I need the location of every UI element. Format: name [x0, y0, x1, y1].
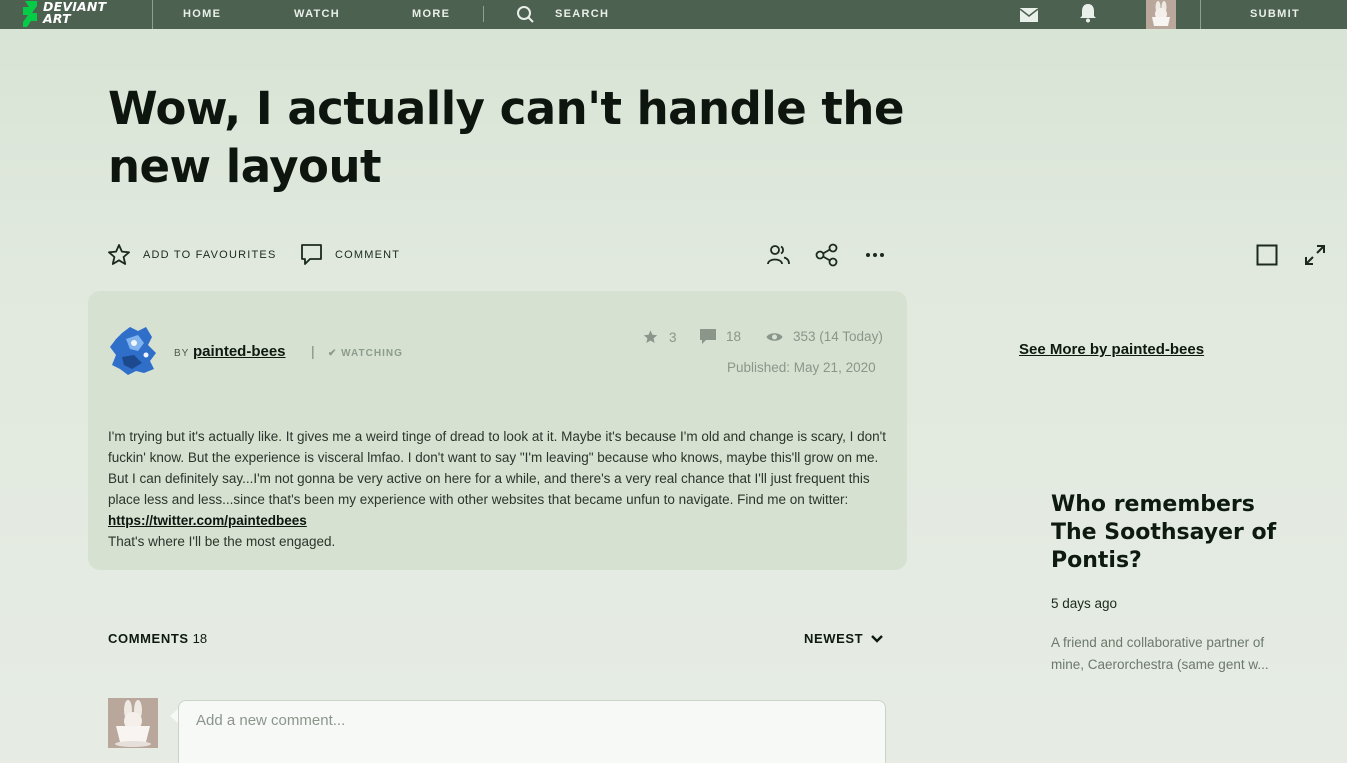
related-title[interactable]: Who remembers The Soothsayer of Pontis?: [1051, 491, 1291, 575]
bunny-teacup-avatar-icon: [108, 698, 158, 748]
comments-heading-count: 18: [192, 631, 208, 646]
expand-fullscreen-icon[interactable]: [1303, 243, 1327, 267]
description-text: I'm trying but it's actually like. It gi…: [108, 429, 887, 507]
nav-divider: [152, 0, 153, 29]
author-avatar[interactable]: [108, 325, 158, 377]
chevron-down-icon: [871, 634, 884, 643]
commenter-avatar: [108, 698, 158, 748]
logo-text-art: ART: [43, 11, 71, 26]
group-share-icon[interactable]: [767, 243, 791, 267]
search-icon[interactable]: [516, 5, 535, 24]
deviation-title: Wow, I actually can't handle the new lay…: [108, 82, 904, 193]
deviantart-logo[interactable]: DEVIANT ART: [22, 0, 106, 29]
star-icon: [643, 330, 658, 343]
nav-divider: [1200, 0, 1201, 29]
related-date: 5 days ago: [1051, 596, 1118, 611]
comments-stat: 18: [700, 329, 741, 344]
share-icon[interactable]: [815, 243, 839, 267]
more-options-icon[interactable]: [863, 243, 887, 267]
user-avatar[interactable]: [1146, 0, 1176, 29]
favourites-count: 3: [669, 329, 677, 345]
comments-heading-label: COMMENTS: [108, 631, 189, 646]
sort-label: NEWEST: [804, 631, 864, 646]
favourites-stat: 3: [642, 329, 677, 345]
twitter-link[interactable]: https://twitter.com/paintedbees: [108, 513, 307, 528]
comments-heading: COMMENTS 18: [108, 631, 207, 646]
comment-button[interactable]: COMMENT: [300, 243, 400, 266]
eye-icon: [766, 332, 783, 341]
deviantart-logo-icon: [23, 1, 37, 27]
bunny-teacup-avatar-icon: [1146, 0, 1176, 29]
nav-divider: [483, 6, 484, 22]
bell-icon[interactable]: [1078, 3, 1098, 23]
author-separator: |: [311, 343, 315, 359]
author-name-link[interactable]: painted-bees: [193, 343, 286, 360]
star-outline-icon: [108, 244, 130, 265]
nav-watch[interactable]: WATCH: [294, 8, 340, 20]
add-to-favourites-button[interactable]: ADD TO FAVOURITES: [107, 243, 276, 267]
comment-bubble-icon: [301, 244, 322, 265]
views-count: 353 (14 Today): [793, 329, 883, 344]
description-last-line: That's where I'll be the most engaged.: [108, 534, 336, 549]
square-view-icon[interactable]: [1255, 243, 1279, 267]
comment-icon: [700, 329, 716, 344]
nav-more[interactable]: MORE: [412, 8, 450, 20]
published-date: Published: May 21, 2020: [727, 360, 876, 375]
mail-icon[interactable]: [1020, 8, 1038, 22]
submit-button[interactable]: SUBMIT: [1250, 8, 1300, 20]
comment-label: COMMENT: [335, 248, 401, 261]
by-label: BY: [174, 348, 190, 359]
comment-input[interactable]: Add a new comment...: [178, 700, 886, 763]
favourite-label: ADD TO FAVOURITES: [143, 249, 277, 261]
see-more-link[interactable]: See More by painted-bees: [1019, 341, 1204, 358]
comments-count: 18: [726, 329, 742, 344]
top-nav: DEVIANT ART HOME WATCH MORE SEARCH SUBMI…: [0, 0, 1347, 29]
deviation-description: I'm trying but it's actually like. It gi…: [108, 426, 898, 552]
views-stat: 353 (14 Today): [766, 329, 883, 344]
related-excerpt[interactable]: A friend and collaborative partner of mi…: [1051, 632, 1296, 676]
sort-dropdown[interactable]: NEWEST: [804, 631, 884, 646]
nav-home[interactable]: HOME: [183, 8, 221, 20]
watching-button[interactable]: ✔ WATCHING: [328, 348, 403, 359]
nav-search[interactable]: SEARCH: [555, 8, 609, 20]
